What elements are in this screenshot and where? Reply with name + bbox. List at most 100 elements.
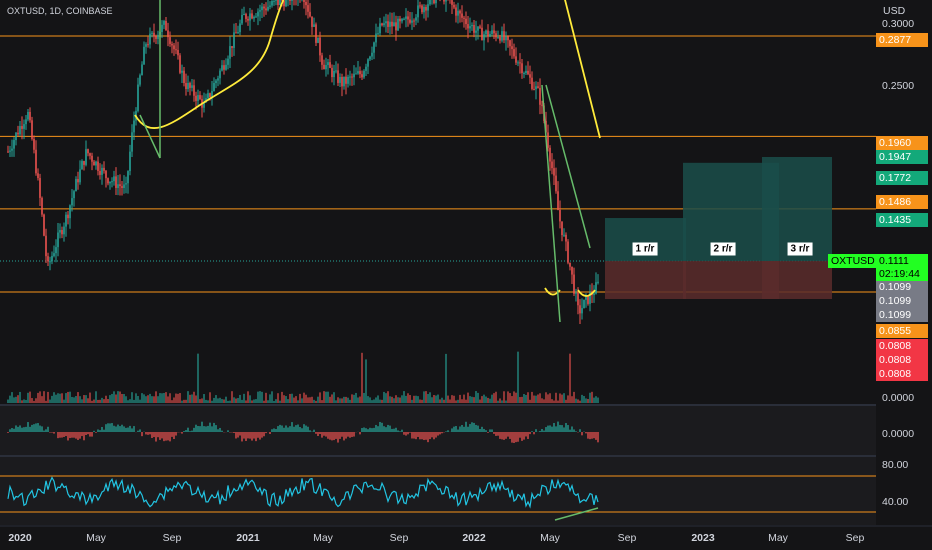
candle-body	[263, 6, 265, 9]
oscillator-bar	[331, 432, 333, 441]
candle-body	[229, 46, 231, 59]
candle-body	[549, 147, 551, 162]
volume-bar	[491, 394, 493, 403]
candle-body	[123, 184, 125, 188]
oscillator-bar	[33, 424, 35, 432]
oscillator-bar	[299, 426, 301, 432]
candle-body	[81, 161, 83, 170]
candle-body	[57, 232, 59, 248]
target-label-3rr: 3 r/r	[787, 242, 813, 256]
candle-body	[121, 186, 123, 188]
volume-bar	[85, 395, 87, 403]
price-chart[interactable]	[0, 0, 932, 550]
oscillator-bar	[517, 432, 519, 442]
oscillator-bar	[147, 432, 149, 435]
candle-body	[113, 176, 115, 182]
oscillator-bar	[445, 431, 447, 432]
volume-bar	[561, 394, 563, 403]
candle-body	[517, 62, 519, 64]
volume-bar	[289, 393, 291, 403]
candle-body	[29, 111, 31, 121]
oscillator-bar	[429, 432, 431, 440]
volume-bar	[427, 394, 429, 403]
candle-body	[19, 126, 21, 135]
candle-body	[9, 150, 11, 152]
oscillator-bar	[581, 432, 583, 436]
volume-bar	[387, 391, 389, 403]
volume-bar	[245, 400, 247, 403]
volume-bar	[401, 395, 403, 403]
volume-bar	[535, 395, 537, 403]
candle-body	[313, 24, 315, 27]
candle-body	[429, 0, 431, 5]
oscillator-bar	[127, 427, 129, 432]
candle-body	[527, 70, 529, 75]
oscillator-bar	[25, 426, 27, 432]
candle-body	[485, 30, 487, 35]
oscillator-bar	[213, 422, 215, 432]
volume-bar	[101, 397, 103, 403]
oscillator-bar	[271, 429, 273, 432]
volume-bar	[151, 396, 153, 403]
candle-body	[219, 70, 221, 79]
volume-bar	[479, 399, 481, 403]
volume-bar	[41, 396, 43, 403]
oscillator-bar	[83, 432, 85, 441]
candle-body	[33, 138, 35, 150]
volume-bar	[311, 396, 313, 403]
oscillator-bar	[415, 432, 417, 440]
stop-zone	[605, 261, 686, 299]
volume-bar	[23, 399, 25, 403]
oscillator-bar	[361, 428, 363, 432]
candle-body	[305, 1, 307, 6]
oscillator-bar	[337, 432, 339, 443]
last-price-label: 0.1111	[876, 254, 928, 268]
candle-body	[115, 176, 117, 188]
volume-bar	[567, 395, 569, 403]
volume-bar	[597, 397, 599, 403]
candle-body	[117, 184, 119, 188]
candle-body	[105, 170, 107, 179]
candle-body	[467, 24, 469, 29]
time-tick-2021: 2021	[236, 532, 260, 544]
candle-body	[581, 308, 583, 314]
time-tick-may-2021: May	[313, 532, 333, 544]
oscillator-bar	[243, 432, 245, 439]
candle-body	[41, 197, 43, 215]
volume-bar	[377, 395, 379, 403]
volume-bar	[437, 394, 439, 403]
oscillator-bar	[191, 430, 193, 432]
oscillator-bar	[371, 428, 373, 432]
candle-body	[49, 261, 51, 263]
volume-bar	[335, 400, 337, 403]
oscillator-bar	[153, 432, 155, 438]
volume-bar	[225, 396, 227, 403]
candle-body	[335, 70, 337, 72]
volume-bar	[489, 398, 491, 403]
candle-body	[17, 132, 19, 135]
volume-bar	[99, 399, 101, 403]
oscillator-bar	[173, 432, 175, 440]
oscillator-bar	[287, 427, 289, 432]
candle-body	[127, 171, 129, 184]
volume-bar	[525, 394, 527, 403]
oscillator-bar	[349, 432, 351, 438]
oscillator-bar	[107, 423, 109, 432]
oscillator-bar	[67, 432, 69, 441]
volume-bar	[161, 393, 163, 403]
candle-body	[101, 167, 103, 175]
candle-body	[191, 85, 193, 88]
oscillator-bar	[297, 424, 299, 432]
volume-bar	[379, 399, 381, 403]
candle-body	[365, 66, 367, 71]
volume-bar	[483, 394, 485, 403]
candle-body	[153, 32, 155, 37]
volume-bar	[551, 399, 553, 403]
candle-body	[233, 32, 235, 48]
volume-bar	[11, 392, 13, 403]
oscillator-bar	[217, 429, 219, 432]
volume-bar	[27, 392, 29, 403]
volume-bar	[485, 396, 487, 403]
volume-bar	[193, 391, 195, 403]
volume-bar	[191, 394, 193, 403]
